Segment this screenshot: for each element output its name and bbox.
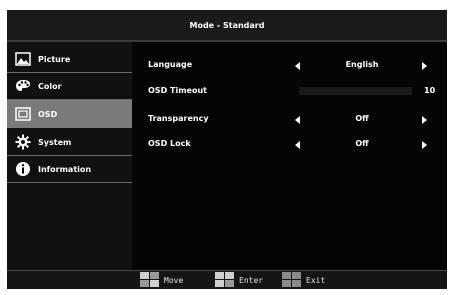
left-arrow-icon[interactable] <box>295 116 300 124</box>
left-arrow-icon[interactable] <box>295 141 300 149</box>
sidebar-divider <box>7 182 132 183</box>
sidebar-item-label: Picture <box>38 54 71 64</box>
sidebar-item-label: System <box>38 137 72 147</box>
right-arrow-icon[interactable] <box>422 141 427 149</box>
setting-row-language[interactable]: Language English <box>132 50 447 78</box>
sidebar-item-label: Color <box>38 81 62 91</box>
enter-label: Enter <box>239 275 264 285</box>
exit-key-icon <box>282 272 302 288</box>
sidebar-item-label: OSD <box>38 109 58 119</box>
osd-lock-label: OSD Lock <box>148 139 191 148</box>
picture-icon <box>15 52 31 66</box>
exit-key-hint: Exit <box>282 271 325 289</box>
osd-timeout-slider[interactable] <box>299 87 412 95</box>
sidebar-item-label: Information <box>38 164 92 174</box>
enter-key-hint: Enter <box>215 271 263 289</box>
osd-timeout-label: OSD Timeout <box>148 86 207 95</box>
osd-lock-value: Off <box>355 139 369 148</box>
sidebar-item-information[interactable]: Information <box>7 156 132 182</box>
osd-timeout-value: 10 <box>424 86 436 95</box>
language-value: English <box>345 60 379 69</box>
sidebar-item-osd[interactable]: OSD <box>7 100 132 128</box>
palette-icon <box>16 80 30 91</box>
info-icon <box>16 162 30 176</box>
exit-label: Exit <box>306 275 326 285</box>
enter-key-icon <box>215 272 235 288</box>
mode-title: Mode - Standard <box>7 10 447 40</box>
osd-screen-icon <box>15 107 31 121</box>
move-label: Move <box>164 275 184 285</box>
transparency-value: Off <box>355 114 369 123</box>
move-key-icon <box>140 272 160 288</box>
sidebar-item-system[interactable]: System <box>7 129 132 155</box>
transparency-label: Transparency <box>148 114 209 123</box>
language-label: Language <box>148 60 193 69</box>
sidebar-item-color[interactable]: Color <box>7 73 132 99</box>
left-arrow-icon[interactable] <box>295 62 300 70</box>
setting-row-osd-timeout[interactable]: OSD Timeout 10 <box>132 76 447 104</box>
settings-pane: Language English OSD Timeout 10 Transpar… <box>132 42 447 270</box>
move-key-hint: Move <box>140 271 183 289</box>
sidebar: Picture Color OSD System Information <box>7 42 132 270</box>
osd-timeout-slider-fill <box>299 87 412 95</box>
gear-icon <box>15 134 31 150</box>
right-arrow-icon[interactable] <box>422 62 427 70</box>
sidebar-item-picture[interactable]: Picture <box>7 46 132 72</box>
key-guide-bar: Move Enter Exit <box>7 271 447 289</box>
osd-menu-panel: Mode - Standard Picture Color OSD System… <box>7 10 447 289</box>
setting-row-transparency[interactable]: Transparency Off <box>132 104 447 132</box>
right-arrow-icon[interactable] <box>422 116 427 124</box>
setting-row-osd-lock[interactable]: OSD Lock Off <box>132 129 447 157</box>
